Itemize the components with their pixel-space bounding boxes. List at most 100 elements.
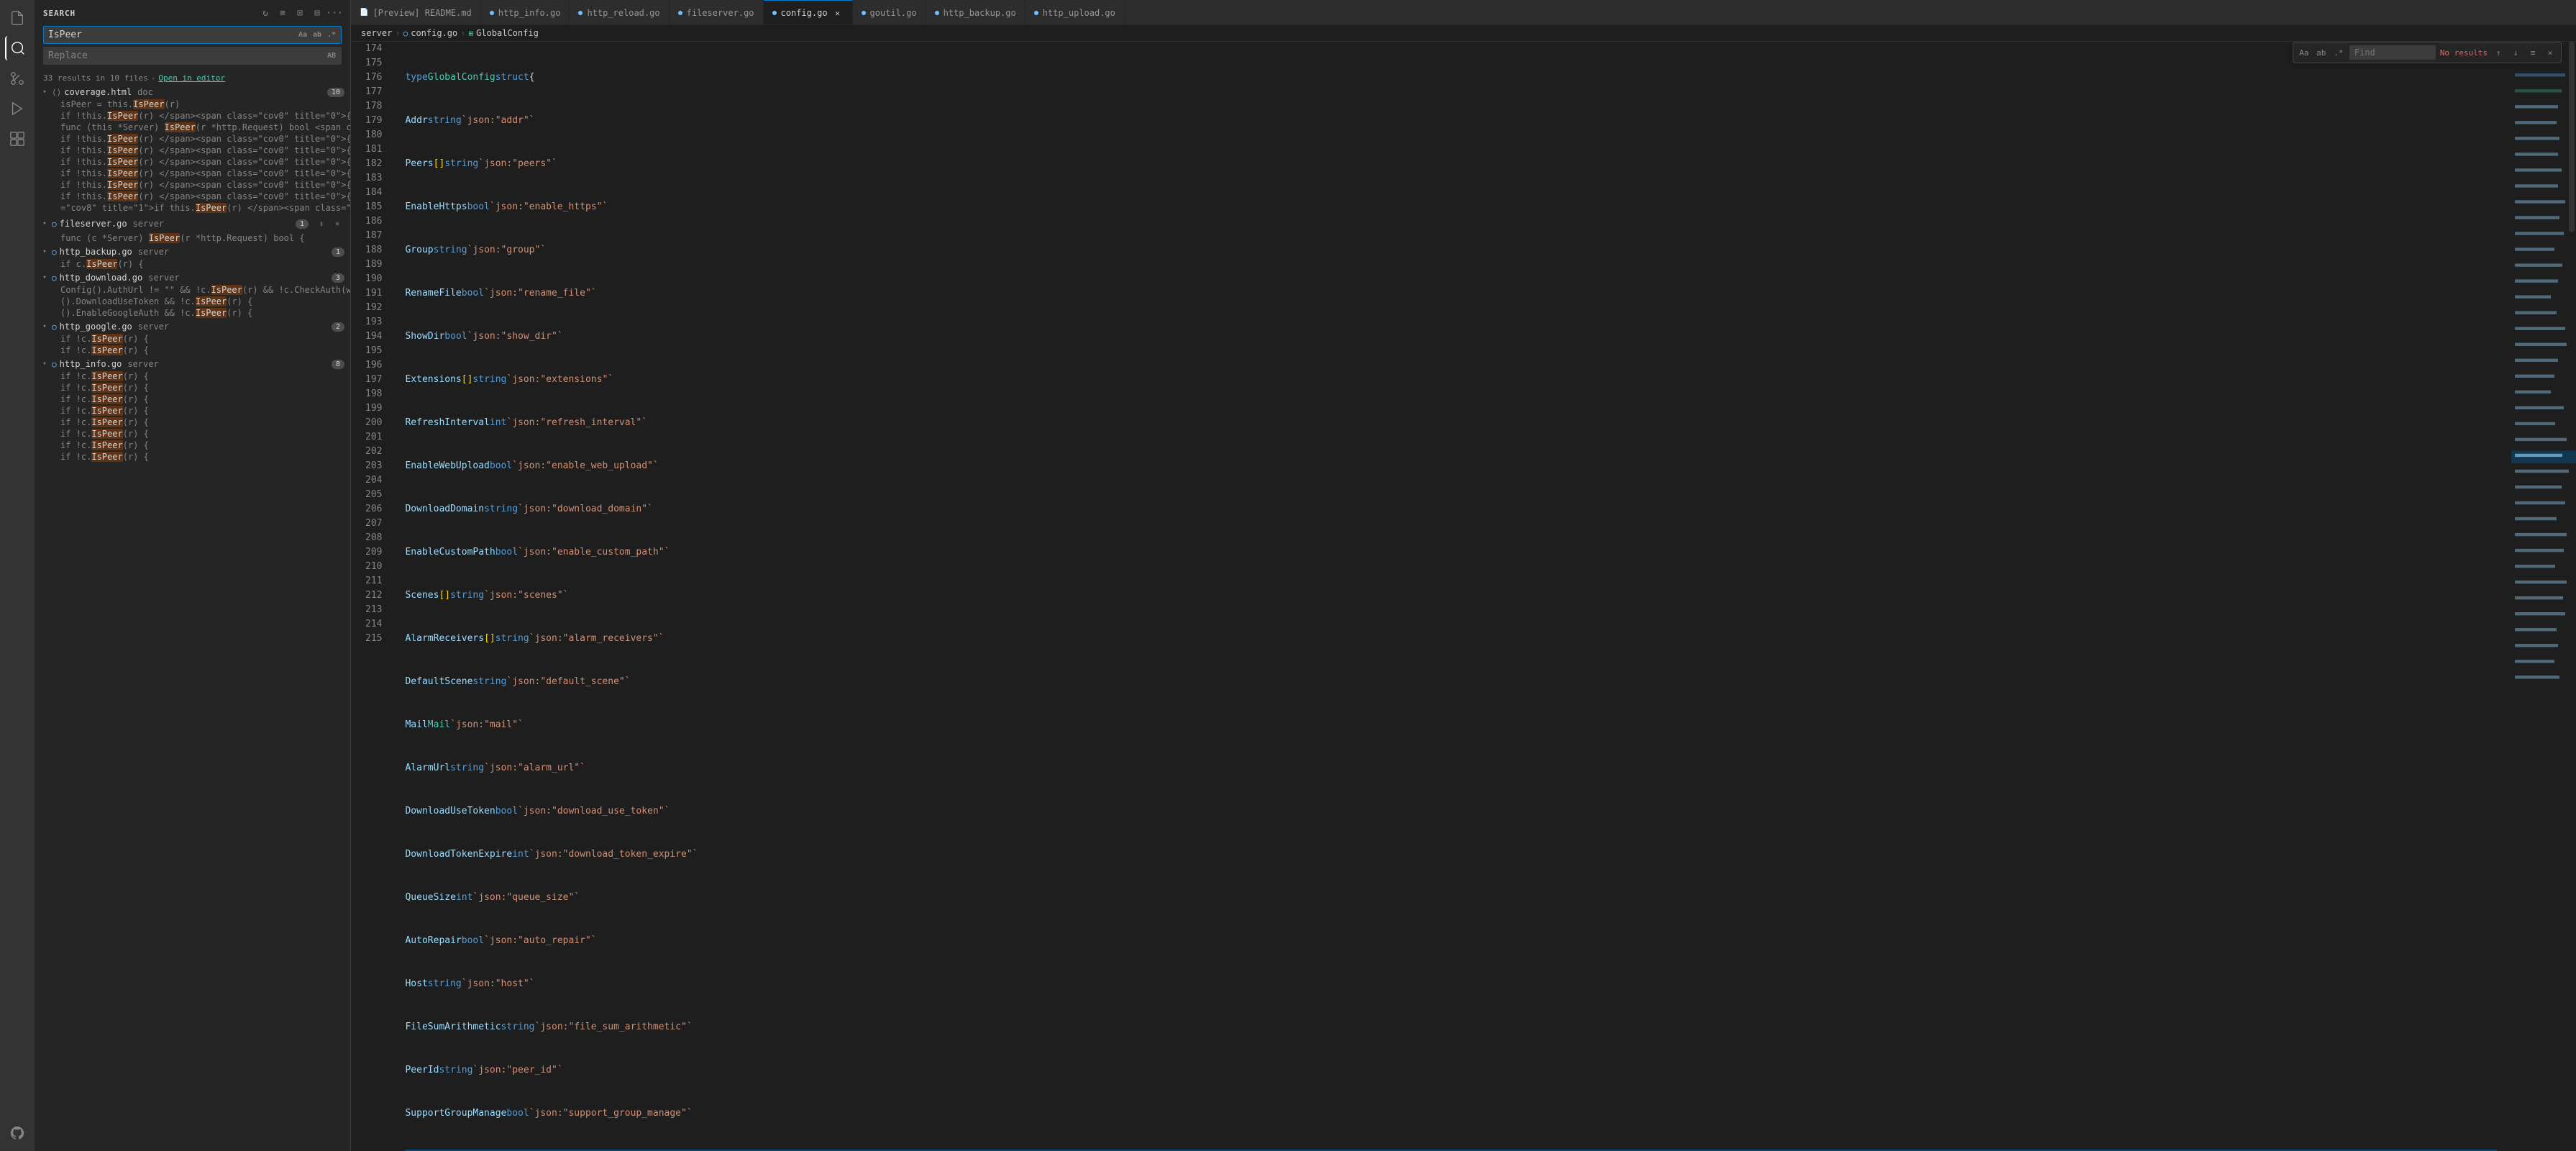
code-editor[interactable]: type GlobalConfig struct { Addr string `… bbox=[390, 42, 2511, 1151]
tab-config-go[interactable]: config.go ✕ bbox=[764, 0, 853, 25]
find-next-icon[interactable]: ↓ bbox=[2509, 46, 2522, 59]
tab-label-config: config.go bbox=[781, 8, 828, 18]
files-icon[interactable] bbox=[5, 6, 29, 30]
match-word-btn[interactable]: ab bbox=[311, 29, 324, 42]
tab-label-http-reload: http_reload.go bbox=[587, 8, 659, 18]
replace-all-icon[interactable]: ↕ bbox=[314, 217, 329, 231]
file-count-http-backup: 1 bbox=[332, 247, 344, 257]
tab-http-reload[interactable]: http_reload.go bbox=[570, 0, 669, 25]
file-group-header-http-info[interactable]: ▾ ○ http_info.go server 8 bbox=[35, 358, 350, 370]
minimap bbox=[2511, 42, 2576, 1151]
find-close-icon[interactable]: ✕ bbox=[2544, 46, 2557, 59]
result-line[interactable]: if !c.IsPeer(r) { bbox=[35, 451, 350, 463]
line-num-210: 210 bbox=[365, 560, 382, 574]
result-line[interactable]: if !c.IsPeer(r) { bbox=[35, 393, 350, 405]
result-text: func (this *Server) IsPeer(r *http.Reque… bbox=[60, 122, 350, 132]
result-line[interactable]: ="cov8" title="1">if this.IsPeer(r) </sp… bbox=[35, 202, 350, 214]
find-select-all-icon[interactable]: ≡ bbox=[2526, 46, 2539, 59]
tab-dot-http-reload bbox=[578, 11, 583, 15]
result-line[interactable]: if !c.IsPeer(r) { bbox=[35, 405, 350, 417]
dismiss-icon[interactable]: ✕ bbox=[330, 217, 344, 231]
result-line[interactable]: func (this *Server) IsPeer(r *http.Reque… bbox=[35, 122, 350, 133]
tab-http-upload[interactable]: http_upload.go bbox=[1026, 0, 1125, 25]
tab-preview-readme[interactable]: 📄 [Preview] README.md bbox=[351, 0, 481, 25]
collapse-all-icon[interactable]: ⊟ bbox=[310, 6, 324, 20]
file-group-header-coverage[interactable]: ▾ ⟨⟩ coverage.html doc 10 bbox=[35, 86, 350, 99]
result-line[interactable]: ().DownloadUseToken && !c.IsPeer(r) { bbox=[35, 296, 350, 307]
line-num-183: 183 bbox=[365, 171, 382, 186]
tab-dot-fileserver bbox=[678, 11, 682, 15]
code-line-194: AutoRepair bool `json:"auto_repair"` bbox=[405, 934, 2497, 948]
refresh-icon[interactable]: ↻ bbox=[258, 6, 273, 20]
github-icon[interactable] bbox=[5, 1121, 29, 1145]
source-control-icon[interactable] bbox=[5, 66, 29, 91]
tab-http-info[interactable]: http_info.go bbox=[481, 0, 570, 25]
code-container[interactable]: 174 175 176 177 178 179 180 181 182 183 … bbox=[351, 42, 2511, 1151]
file-name-coverage: coverage.html bbox=[64, 87, 132, 97]
file-group-header-http-backup[interactable]: ▾ ○ http_backup.go server 1 bbox=[35, 245, 350, 258]
search-input[interactable] bbox=[44, 27, 296, 43]
file-type-icon-fileserver: ○ bbox=[52, 219, 57, 229]
more-actions-icon[interactable]: ··· bbox=[327, 6, 342, 20]
open-in-editor-link[interactable]: Open in editor bbox=[158, 73, 225, 83]
result-line[interactable]: if !this.IsPeer(r) </span><span class="c… bbox=[35, 156, 350, 168]
preserve-case-btn[interactable]: AB bbox=[325, 50, 338, 63]
result-line[interactable]: func (c *Server) IsPeer(r *http.Request)… bbox=[35, 232, 350, 244]
result-line[interactable]: if !c.IsPeer(r) { bbox=[35, 440, 350, 451]
result-line[interactable]: if !c.IsPeer(r) { bbox=[35, 333, 350, 345]
result-line[interactable]: if !c.IsPeer(r) { bbox=[35, 428, 350, 440]
line-num-174: 174 bbox=[365, 42, 382, 56]
run-debug-icon[interactable] bbox=[5, 96, 29, 121]
breadcrumb-server[interactable]: server bbox=[361, 28, 392, 38]
result-line[interactable]: if !this.IsPeer(r) </span><span class="c… bbox=[35, 191, 350, 202]
result-text: if !this.IsPeer(r) </span><span class="c… bbox=[60, 191, 350, 201]
search-icon[interactable] bbox=[5, 36, 29, 60]
result-line[interactable]: isPeer = this.IsPeer(r) bbox=[35, 99, 350, 110]
breadcrumb-global-config[interactable]: GlobalConfig bbox=[476, 28, 539, 38]
find-input[interactable] bbox=[2349, 45, 2436, 60]
file-type-icon-http-backup: ○ bbox=[52, 247, 57, 257]
open-in-editor-icon[interactable]: ⊡ bbox=[293, 6, 307, 20]
result-line[interactable]: if !c.IsPeer(r) { bbox=[35, 417, 350, 428]
result-line[interactable]: if !this.IsPeer(r) </span><span class="c… bbox=[35, 110, 350, 122]
file-actions-fileserver: ↕ ✕ bbox=[314, 217, 344, 231]
code-line-183: EnableWebUpload bool `json:"enable_web_u… bbox=[405, 459, 2497, 473]
result-text: if !c.IsPeer(r) { bbox=[60, 452, 149, 462]
tab-close-config[interactable]: ✕ bbox=[832, 7, 844, 19]
result-line[interactable]: if !c.IsPeer(r) { bbox=[35, 382, 350, 393]
use-regex-btn[interactable]: .* bbox=[325, 29, 338, 42]
result-line[interactable]: if !this.IsPeer(r) </span><span class="c… bbox=[35, 179, 350, 191]
match-case-btn[interactable]: Aa bbox=[296, 29, 309, 42]
find-whole-word-btn[interactable]: ab bbox=[2315, 46, 2328, 59]
code-line-193: QueueSize int `json:"queue_size"` bbox=[405, 891, 2497, 905]
find-regex-btn[interactable]: .* bbox=[2332, 46, 2345, 59]
tab-bar: 📄 [Preview] README.md http_info.go http_… bbox=[351, 0, 2576, 25]
breadcrumb-config-go[interactable]: config.go bbox=[411, 28, 457, 38]
find-match-case-btn[interactable]: Aa bbox=[2298, 46, 2311, 59]
file-group-header-http-download[interactable]: ▾ ○ http_download.go server 3 bbox=[35, 271, 350, 284]
code-line-191: DownloadUseToken bool `json:"download_us… bbox=[405, 804, 2497, 819]
result-text: if !c.IsPeer(r) { bbox=[60, 334, 149, 344]
result-line[interactable]: if c.IsPeer(r) { bbox=[35, 258, 350, 270]
result-text: if !c.IsPeer(r) { bbox=[60, 440, 149, 450]
file-group-header-http-google[interactable]: ▾ ○ http_google.go server 2 bbox=[35, 320, 350, 333]
chevron-down-icon: ▾ bbox=[40, 322, 49, 331]
extensions-icon[interactable] bbox=[5, 127, 29, 151]
result-line[interactable]: if !this.IsPeer(r) </span><span class="c… bbox=[35, 133, 350, 145]
tab-fileserver[interactable]: fileserver.go bbox=[670, 0, 764, 25]
result-text: if !c.IsPeer(r) { bbox=[60, 429, 149, 439]
clear-results-icon[interactable]: ≡ bbox=[275, 6, 290, 20]
tab-goutil[interactable]: goutil.go bbox=[853, 0, 926, 25]
result-line[interactable]: Config().AuthUrl != "" && !c.IsPeer(r) &… bbox=[35, 284, 350, 296]
code-line-189: Mail Mail `json:"mail"` bbox=[405, 718, 2497, 732]
result-line[interactable]: if !c.IsPeer(r) { bbox=[35, 345, 350, 356]
tab-http-backup[interactable]: http_backup.go bbox=[926, 0, 1026, 25]
line-num-186: 186 bbox=[365, 214, 382, 229]
find-prev-icon[interactable]: ↑ bbox=[2492, 46, 2505, 59]
replace-input[interactable] bbox=[44, 47, 325, 64]
result-line[interactable]: if !this.IsPeer(r) </span><span class="c… bbox=[35, 168, 350, 179]
result-line[interactable]: if !this.IsPeer(r) </span><span class="c… bbox=[35, 145, 350, 156]
result-line[interactable]: if !c.IsPeer(r) { bbox=[35, 370, 350, 382]
result-line[interactable]: ().EnableGoogleAuth && !c.IsPeer(r) { bbox=[35, 307, 350, 319]
file-group-header-fileserver[interactable]: ▾ ○ fileserver.go server 1 ↕ ✕ bbox=[35, 215, 350, 232]
